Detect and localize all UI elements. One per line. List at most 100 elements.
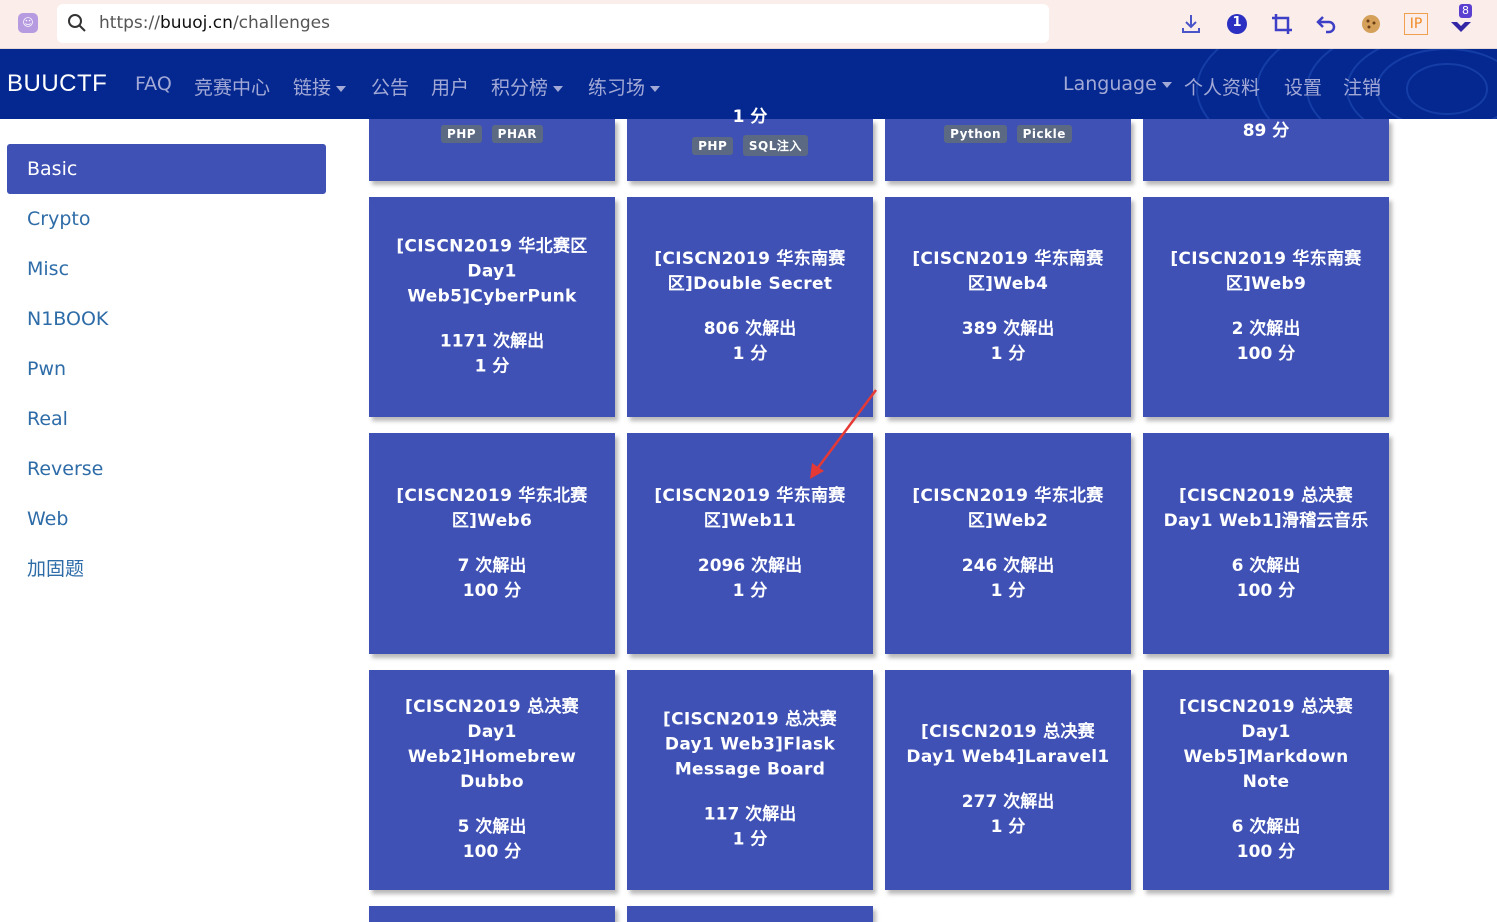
- category-basic[interactable]: Basic: [7, 144, 326, 194]
- challenge-score: 1 分: [990, 344, 1026, 364]
- challenge-title: [CISCN2019 总决赛 Day1 Web2]Homebrew Dubbo: [405, 697, 579, 792]
- challenge-solves: 6 次解出: [1231, 817, 1301, 837]
- annotation-arrow-icon: [810, 389, 878, 479]
- chevron-down-icon: [553, 85, 564, 92]
- challenge-score: 1 分: [990, 580, 1026, 601]
- crop-icon[interactable]: [1270, 12, 1294, 36]
- challenge-solves: 2096 次解出: [697, 555, 803, 576]
- challenge-score: 1 分: [474, 356, 510, 377]
- nav-competitions[interactable]: 竞赛中心: [194, 73, 270, 100]
- challenge-card[interactable]: [CISCN2019 总决赛 Day1 Web2]Homebrew Dubbo …: [369, 670, 615, 890]
- nav-links[interactable]: 链接: [293, 73, 347, 100]
- challenge-solves: 806 次解出: [703, 319, 797, 339]
- challenge-score: 100 分: [462, 580, 522, 601]
- challenge-title: [CISCN2019 总决赛 Day1 Web5]Markdown Note: [1179, 697, 1353, 792]
- chevron-down-icon: [650, 85, 661, 92]
- challenge-title: [CISCN2019 华东南赛区]Double Secret: [654, 249, 846, 294]
- challenge-card[interactable]: [CISCN2019 华东南赛区]Web9 2 次解出 100 分: [1143, 197, 1389, 417]
- challenge-solves: 1171 次解出: [439, 331, 545, 352]
- challenge-score: 100 分: [1236, 842, 1296, 862]
- challenge-title: [CISCN2019 华东北赛区]Web2: [912, 485, 1104, 531]
- challenge-score: 100 分: [462, 842, 522, 862]
- challenge-score: 1 分: [732, 829, 768, 850]
- nav-language[interactable]: Language: [1063, 73, 1172, 95]
- challenge-solves: 7 次解出: [457, 555, 527, 576]
- challenge-score: 100 分: [1236, 580, 1296, 601]
- browser-toolbar: ☺ https://buuoj.cn/challenges 1 IP 8: [0, 0, 1497, 49]
- challenge-card[interactable]: [369, 906, 615, 922]
- tag-badge: PHP: [692, 137, 734, 155]
- browser-app-icon[interactable]: ☺: [18, 13, 38, 33]
- challenge-title: [CISCN2019 华东北赛区]Web6: [396, 485, 588, 531]
- challenge-card[interactable]: Python Pickle: [885, 119, 1131, 181]
- challenge-title: [CISCN2019 总决赛 Day1 Web1]滑稽云音乐: [1163, 485, 1369, 531]
- cookie-icon[interactable]: [1359, 12, 1383, 36]
- challenge-card[interactable]: [CISCN2019 总决赛 Day1 Web1]滑稽云音乐 6 次解出 100 …: [1143, 433, 1389, 654]
- challenge-title: [CISCN2019 总决赛 Day1 Web4]Laravel1: [906, 722, 1110, 767]
- extension-badge-icon[interactable]: 1: [1225, 12, 1249, 36]
- challenge-card[interactable]: [CISCN2019 总决赛 Day1 Web4]Laravel1 277 次解…: [885, 670, 1131, 890]
- nav-logout[interactable]: 注销: [1343, 73, 1381, 100]
- nav-notices[interactable]: 公告: [371, 73, 409, 100]
- challenge-score: 1 分: [732, 580, 768, 601]
- tag-badge: PHP: [440, 125, 483, 143]
- ip-icon[interactable]: IP: [1404, 13, 1428, 35]
- search-icon: [68, 14, 86, 32]
- challenge-card[interactable]: 1 分 PHP SQL注入: [627, 107, 873, 181]
- challenge-score: 1 分: [732, 107, 768, 127]
- challenge-card[interactable]: [627, 906, 873, 922]
- challenge-title: [CISCN2019 华东南赛区]Web4: [912, 249, 1104, 294]
- category-pwn[interactable]: Pwn: [7, 344, 326, 394]
- tag-badge: PHAR: [491, 125, 544, 143]
- nav-users[interactable]: 用户: [431, 73, 469, 100]
- challenge-title: [CISCN2019 总决赛 Day1 Web3]Flask Message B…: [663, 709, 837, 780]
- download-manager-icon[interactable]: 8: [1449, 4, 1473, 36]
- challenge-title: [CISCN2019 华东南赛区]Web11: [654, 485, 846, 531]
- challenge-card[interactable]: [CISCN2019 华北赛区 Day1 Web5]CyberPunk 1171…: [369, 197, 615, 417]
- challenge-card[interactable]: [CISCN2019 华东南赛区]Web4 389 次解出 1 分: [885, 197, 1131, 417]
- challenge-score: 1 分: [732, 344, 768, 364]
- category-sidebar: Basic Crypto Misc N1BOOK Pwn Real Revers…: [7, 144, 326, 594]
- challenge-score: 100 分: [1236, 344, 1296, 364]
- challenge-card[interactable]: [CISCN2019 华东南赛区]Double Secret 806 次解出 1 …: [627, 197, 873, 417]
- category-hardening[interactable]: 加固题: [7, 544, 326, 594]
- challenge-card[interactable]: [CISCN2019 华东北赛区]Web6 7 次解出 100 分: [369, 433, 615, 654]
- category-real[interactable]: Real: [7, 394, 326, 444]
- brand-logo[interactable]: BUUCTF: [7, 70, 107, 98]
- undo-icon[interactable]: [1314, 12, 1338, 36]
- challenge-title: [CISCN2019 华北赛区 Day1 Web5]CyberPunk: [396, 236, 588, 307]
- challenge-solves: 2 次解出: [1231, 319, 1301, 339]
- nav-faq[interactable]: FAQ: [135, 73, 172, 95]
- nav-profile[interactable]: 个人资料: [1184, 73, 1260, 100]
- tag-badge: SQL注入: [742, 135, 808, 156]
- challenge-solves: 277 次解出: [961, 792, 1055, 812]
- challenge-title: [CISCN2019 华东南赛区]Web9: [1170, 249, 1362, 294]
- challenge-card[interactable]: [CISCN2019 总决赛 Day1 Web3]Flask Message B…: [627, 670, 873, 890]
- nav-scoreboard[interactable]: 积分榜: [491, 73, 564, 100]
- category-web[interactable]: Web: [7, 494, 326, 544]
- chevron-down-icon: [1161, 81, 1172, 88]
- url-text: https://buuoj.cn/challenges: [99, 13, 330, 33]
- tag-badge: Pickle: [1016, 125, 1072, 143]
- nav-practice[interactable]: 练习场: [588, 73, 661, 100]
- download-icon[interactable]: [1179, 12, 1203, 36]
- challenge-score: 89 分: [1242, 121, 1290, 141]
- nav-settings[interactable]: 设置: [1284, 73, 1322, 100]
- challenge-card[interactable]: PHP PHAR: [369, 119, 615, 181]
- chevron-down-icon: [336, 85, 347, 92]
- challenge-card[interactable]: [CISCN2019 总决赛 Day1 Web5]Markdown Note 6…: [1143, 670, 1389, 890]
- category-reverse[interactable]: Reverse: [7, 444, 326, 494]
- category-n1book[interactable]: N1BOOK: [7, 294, 326, 344]
- tag-badge: Python: [944, 125, 1008, 143]
- challenge-solves: 117 次解出: [703, 804, 797, 825]
- address-bar[interactable]: https://buuoj.cn/challenges: [57, 4, 1049, 43]
- challenge-card[interactable]: [CISCN2019 华东北赛区]Web2 246 次解出 1 分: [885, 433, 1131, 654]
- challenge-score: 1 分: [990, 817, 1026, 837]
- challenge-card[interactable]: 89 分: [1143, 119, 1389, 181]
- category-misc[interactable]: Misc: [7, 244, 326, 294]
- category-crypto[interactable]: Crypto: [7, 194, 326, 244]
- challenge-solves: 389 次解出: [961, 319, 1055, 339]
- challenge-solves: 246 次解出: [961, 555, 1055, 576]
- challenge-solves: 6 次解出: [1231, 555, 1301, 576]
- challenge-solves: 5 次解出: [457, 817, 527, 837]
